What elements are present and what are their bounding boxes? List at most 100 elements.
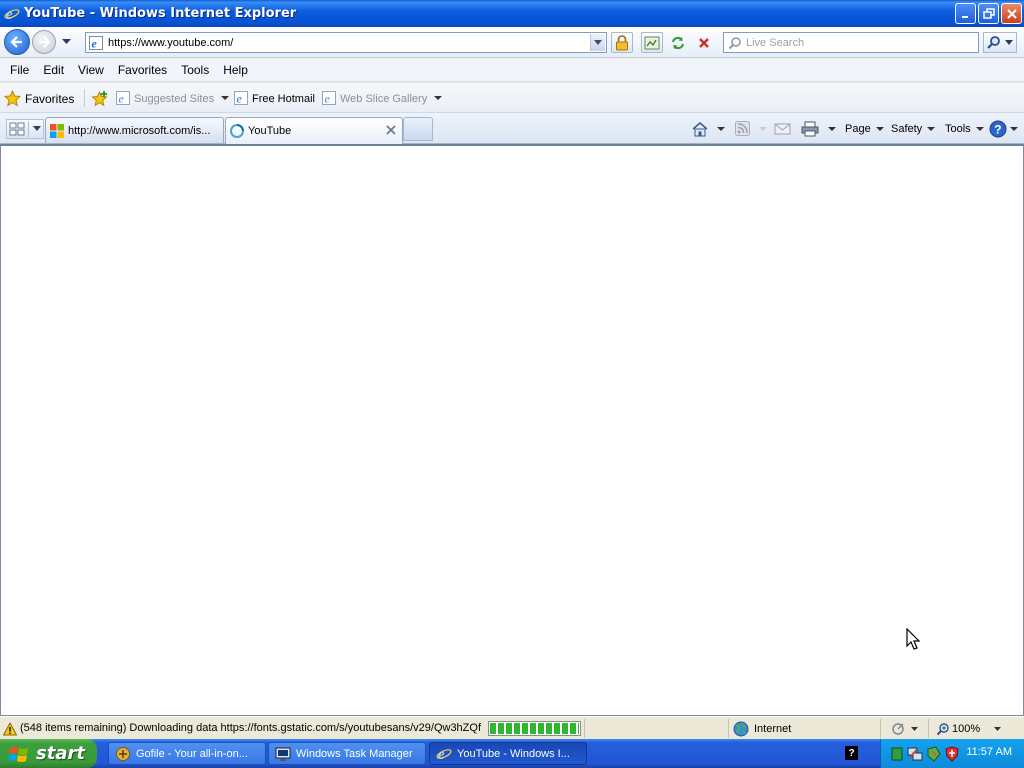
clock[interactable]: 11:57 AM <box>966 746 1012 758</box>
tab-label: http://www.microsoft.com/is... <box>68 124 211 137</box>
protected-mode-button[interactable] <box>880 719 928 738</box>
taskbar: start Gofile - Your all-in-on... Windows… <box>0 739 1024 768</box>
print-button[interactable] <box>801 119 836 139</box>
search-input[interactable] <box>746 36 966 49</box>
favorites-link-suggested-sites[interactable]: e Suggested Sites <box>116 88 230 109</box>
menu-view[interactable]: View <box>71 60 111 80</box>
tray-network-icon[interactable] <box>907 746 923 762</box>
chevron-down-icon <box>61 39 71 44</box>
address-url[interactable]: https://www.youtube.com/ <box>108 37 233 49</box>
taskbar-button-label: Gofile - Your all-in-on... <box>136 747 248 760</box>
chevron-down-icon <box>717 126 725 131</box>
tab-microsoft[interactable]: http://www.microsoft.com/is... <box>45 117 224 143</box>
tools-menu-button[interactable]: Tools <box>945 119 984 139</box>
ie-icon: e <box>436 747 452 762</box>
security-zone[interactable]: Internet <box>728 719 880 738</box>
start-button[interactable]: start <box>0 739 97 768</box>
menu-help[interactable]: Help <box>216 60 255 80</box>
svg-text:e: e <box>237 92 243 106</box>
favorites-link-web-slice-gallery[interactable]: e Web Slice Gallery <box>322 88 443 109</box>
favorites-star-icon <box>4 90 21 107</box>
language-bar-help-icon[interactable]: ? <box>845 746 858 760</box>
minimize-button[interactable] <box>955 3 976 24</box>
svg-text:e: e <box>438 747 445 762</box>
minimize-icon <box>961 15 968 18</box>
feeds-button[interactable] <box>735 119 767 139</box>
safety-menu-button[interactable]: Safety <box>891 119 936 139</box>
zoom-button[interactable]: 100% <box>928 719 1024 738</box>
protected-mode-icon <box>892 722 904 735</box>
tab-bar: http://www.microsoft.com/is... YouTube P… <box>0 113 1024 144</box>
recent-pages-dropdown[interactable] <box>60 35 72 49</box>
title-bar[interactable]: e YouTube - Windows Internet Explorer <box>0 0 1024 27</box>
globe-icon <box>733 721 749 736</box>
search-icon <box>728 36 741 49</box>
address-toolbar: e https://www.youtube.com/ <box>0 27 1024 58</box>
chevron-down-icon <box>759 126 767 131</box>
safety-menu-label: Safety <box>891 123 923 135</box>
gofile-app-icon <box>116 746 130 761</box>
chevron-down-icon <box>875 126 884 131</box>
chevron-down-icon <box>594 39 602 45</box>
chevron-down-icon <box>434 96 443 100</box>
read-mail-button[interactable] <box>774 119 792 139</box>
forward-button[interactable] <box>32 30 56 54</box>
menu-file[interactable]: File <box>3 60 36 80</box>
stop-button[interactable] <box>693 32 715 53</box>
security-lock-button[interactable] <box>611 32 633 53</box>
task-manager-icon <box>275 747 291 761</box>
chevron-down-icon <box>828 126 836 131</box>
rss-feed-icon <box>735 121 750 136</box>
chevron-down-icon <box>221 96 230 100</box>
ie-icon: e <box>4 6 20 22</box>
address-field[interactable]: e https://www.youtube.com/ <box>85 32 607 53</box>
favorites-link-free-hotmail[interactable]: e Free Hotmail <box>234 88 315 109</box>
menu-tools[interactable]: Tools <box>174 60 216 80</box>
refresh-icon <box>672 36 684 49</box>
window-title: YouTube - Windows Internet Explorer <box>24 6 297 21</box>
tray-security-icon[interactable] <box>926 745 942 762</box>
close-button[interactable] <box>1001 3 1022 24</box>
magnifier-icon <box>987 35 1000 49</box>
taskbar-button-task-manager[interactable]: Windows Task Manager <box>268 742 426 765</box>
tab-list-dropdown-icon[interactable] <box>32 126 42 132</box>
tray-green-app-icon[interactable] <box>891 747 903 761</box>
taskbar-button-label: Windows Task Manager <box>296 747 413 760</box>
menu-favorites[interactable]: Favorites <box>111 60 174 80</box>
favorites-button[interactable]: Favorites <box>4 88 80 109</box>
close-icon <box>386 125 396 135</box>
ie-page-icon: e <box>234 91 248 106</box>
address-dropdown-button[interactable] <box>590 34 605 51</box>
chevron-down-icon <box>927 126 936 131</box>
restore-button[interactable] <box>978 3 999 24</box>
page-content[interactable] <box>0 144 1024 716</box>
svg-text:?: ? <box>994 123 1001 137</box>
tab-close-button[interactable] <box>386 125 396 135</box>
back-button[interactable] <box>4 29 30 55</box>
page-menu-button[interactable]: Page <box>845 119 884 139</box>
svg-text:e: e <box>119 92 125 106</box>
help-menu-button[interactable]: ? <box>989 119 1018 139</box>
warning-icon[interactable] <box>3 722 17 736</box>
search-button[interactable] <box>983 32 1017 53</box>
mouse-cursor-icon <box>906 628 921 650</box>
tray-shield-icon[interactable] <box>945 745 959 762</box>
add-to-favorites-bar-button[interactable] <box>91 88 109 109</box>
search-field[interactable] <box>723 32 979 53</box>
menu-bar: File Edit View Favorites Tools Help <box>0 59 1024 82</box>
taskbar-button-gofile[interactable]: Gofile - Your all-in-on... <box>108 742 266 765</box>
compatibility-view-icon <box>644 36 660 49</box>
refresh-button[interactable] <box>667 32 689 53</box>
tab-youtube[interactable]: YouTube <box>225 117 403 144</box>
taskbar-button-youtube-ie[interactable]: e YouTube - Windows I... <box>429 742 587 765</box>
menu-edit[interactable]: Edit <box>36 60 71 80</box>
back-arrow-icon <box>10 36 22 48</box>
favorites-link-label: Free Hotmail <box>252 92 315 105</box>
quick-tabs-button[interactable] <box>6 119 44 139</box>
chevron-down-icon <box>975 126 984 131</box>
home-button[interactable] <box>691 119 725 139</box>
mail-icon <box>774 123 791 135</box>
new-tab-button[interactable] <box>403 117 433 141</box>
compatibility-view-button[interactable] <box>641 32 663 53</box>
zoom-magnifier-icon <box>936 722 949 735</box>
